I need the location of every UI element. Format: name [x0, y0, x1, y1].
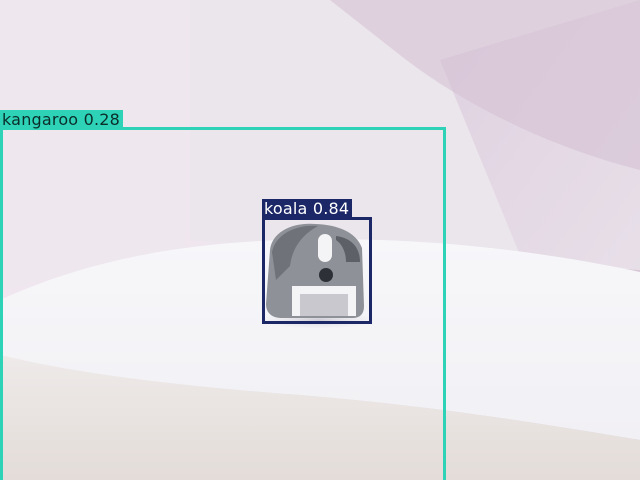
kangaroo-confidence: 0.28 [83, 110, 121, 129]
kangaroo-bounding-box [0, 127, 446, 480]
koala-bounding-box [262, 217, 372, 324]
koala-class-name: koala [264, 199, 308, 218]
koala-detection-label: koala 0.84 [262, 199, 353, 218]
koala-confidence: 0.84 [312, 199, 350, 218]
kangaroo-detection-label: kangaroo 0.28 [0, 110, 124, 129]
kangaroo-class-name: kangaroo [2, 110, 79, 129]
camera-frame: kangaroo 0.28 koala 0.84 [0, 0, 640, 480]
